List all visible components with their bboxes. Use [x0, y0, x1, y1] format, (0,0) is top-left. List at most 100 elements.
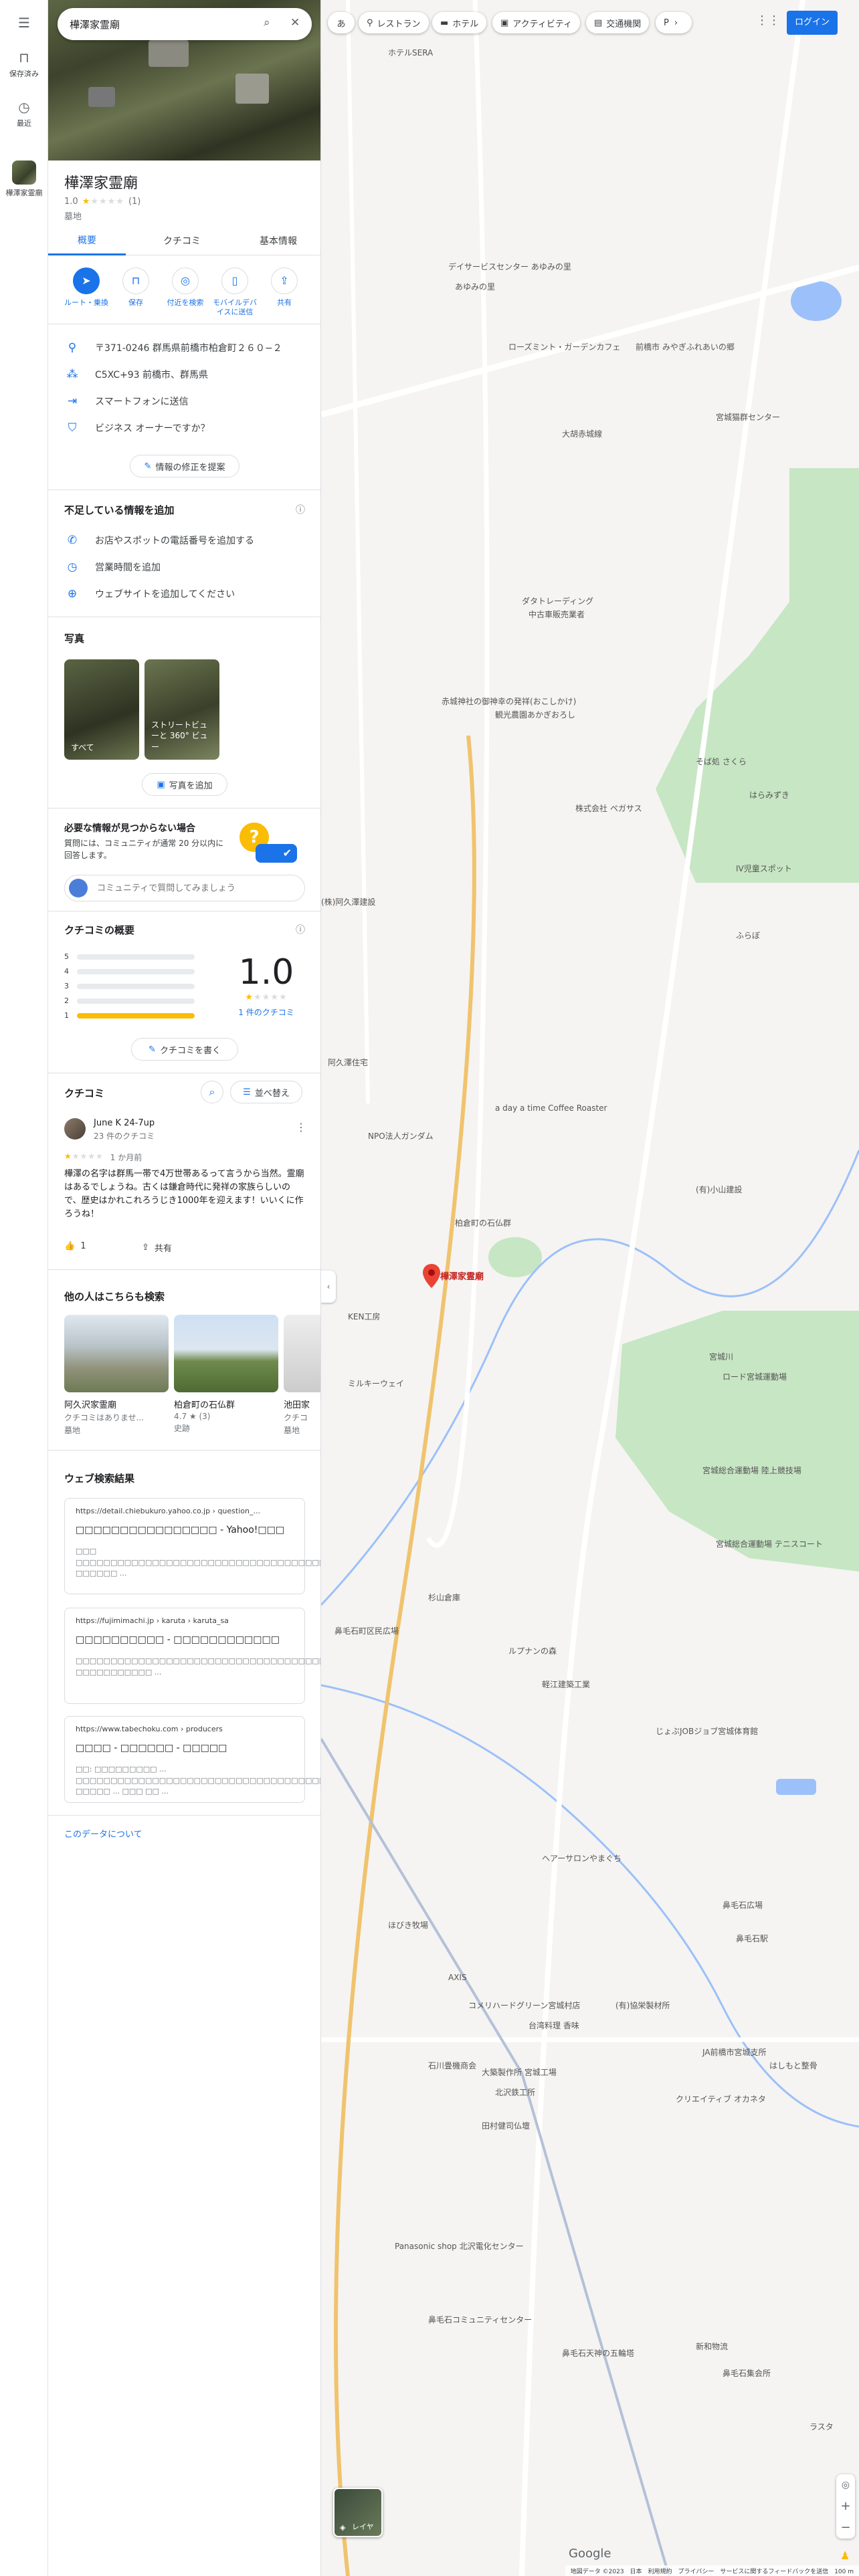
help-icon[interactable]: ⓘ: [296, 503, 305, 516]
map-poi-label[interactable]: a day a time Coffee Roaster: [495, 1103, 607, 1113]
map-poi-label[interactable]: はらみずき: [749, 789, 789, 800]
my-location-button[interactable]: ◎: [836, 2474, 855, 2496]
recent-button[interactable]: ◷ 最近: [0, 99, 48, 128]
review-search-button[interactable]: ⌕: [201, 1081, 223, 1103]
also-search-card[interactable]: 柏倉町の石仏群 4.7 ★ (3) 史跡: [174, 1315, 278, 1434]
map-poi-label[interactable]: 宮城総合運動場 テニスコート: [716, 1538, 823, 1549]
map-poi-label[interactable]: ロード宮城運動場: [723, 1371, 787, 1382]
web-result-card[interactable]: https://fujimimachi.jp › karuta › karuta…: [64, 1608, 320, 1704]
map-chip-hotels[interactable]: ▬ ホテル: [432, 12, 487, 33]
map-poi-label[interactable]: (株)阿久澤建設: [321, 896, 375, 907]
map-poi-label[interactable]: 石川畳機商会: [428, 2060, 476, 2071]
web-result-card[interactable]: https://detail.chiebukuro.yahoo.co.jp › …: [64, 1498, 320, 1594]
map-poi-label[interactable]: NPO法人ガンダム: [368, 1130, 434, 1142]
map-poi-label[interactable]: 宮城総合運動場 陸上競技場: [702, 1465, 801, 1476]
about-data-link[interactable]: このデータについて: [64, 1827, 142, 1840]
suggest-edit-button[interactable]: ✎ 情報の修正を提案: [130, 455, 240, 477]
add-website-row[interactable]: ⊕ ウェブサイトを追加してください: [64, 587, 235, 601]
close-icon[interactable]: ✕: [290, 16, 300, 29]
owner-row[interactable]: ⛉ ビジネス オーナーですか？: [64, 421, 210, 435]
map-poi-label[interactable]: ヘアーサロンやまぐち: [542, 1852, 622, 1864]
map-poi-label[interactable]: 鼻毛石天神の五輪塔: [562, 2347, 634, 2359]
share-button[interactable]: ⇪ 共有: [261, 267, 308, 308]
map-poi-label[interactable]: (有)協栄製材所: [615, 2000, 670, 2011]
map-poi-label[interactable]: ローズミント・ガーデンカフェ: [508, 341, 620, 352]
avatar[interactable]: [64, 1118, 86, 1140]
map-poi-label[interactable]: 北沢鉄工所: [495, 2086, 535, 2098]
map-poi-label[interactable]: 株式会社 ペガサス: [575, 802, 642, 814]
map-poi-label[interactable]: 柏倉町の石仏群: [455, 1217, 511, 1228]
more-options-icon[interactable]: ⋮: [296, 1121, 306, 1134]
zoom-in-button[interactable]: +: [836, 2496, 855, 2517]
saved-button[interactable]: ⊓ 保存済み: [0, 49, 48, 79]
map-poi-label[interactable]: 阿久澤住宅: [328, 1057, 368, 1068]
tab-about[interactable]: 基本情報: [235, 226, 320, 255]
send-phone-row[interactable]: ⇥ スマートフォンに送信: [64, 395, 189, 408]
map-poi-label[interactable]: ダタトレーディング: [522, 595, 593, 607]
add-phone-row[interactable]: ✆ お店やスポットの電話番号を追加する: [64, 534, 254, 547]
tab-reviews[interactable]: クチコミ: [142, 226, 222, 255]
map-poi-label[interactable]: JA前橋市宮城支所: [702, 2046, 767, 2058]
map-poi-label[interactable]: ホテルSERA: [388, 47, 433, 58]
recent-place-button[interactable]: 樺澤家霊廟: [0, 160, 48, 198]
review-count-link[interactable]: 1 件のクチコミ: [233, 1006, 300, 1018]
map-chip-parking[interactable]: P ›: [656, 12, 692, 33]
add-hours-row[interactable]: ◷ 営業時間を追加: [64, 560, 161, 574]
also-search-card[interactable]: 池田家 クチコ 墓地: [284, 1315, 320, 1436]
map-poi-label[interactable]: 鼻毛石駅: [736, 1933, 768, 1944]
street-view-tile[interactable]: ストリートビューと 360° ビュー: [145, 659, 219, 760]
map-poi-label[interactable]: コメリハードグリーン宮城村店: [468, 2000, 580, 2011]
map-poi-label[interactable]: 赤城神社の御神幸の発祥(おこしかけ): [442, 695, 576, 707]
map-poi-label[interactable]: 宮城猫群センター: [716, 411, 780, 423]
web-result-card[interactable]: https://www.tabechoku.com › producers □□…: [64, 1716, 320, 1803]
pegman-icon[interactable]: ♟: [840, 2549, 850, 2562]
map-poi-label[interactable]: AXIS: [448, 1973, 467, 1982]
menu-button[interactable]: ☰: [0, 15, 48, 33]
map-poi-label[interactable]: ミルキーウェイ: [348, 1378, 404, 1389]
map-poi-label[interactable]: (有)小山建設: [696, 1184, 742, 1195]
nearby-button[interactable]: ◎ 付近を検索: [162, 267, 209, 308]
map-poi-label[interactable]: Panasonic shop 北沢電化センター: [395, 2240, 524, 2252]
map-poi-label[interactable]: 宮城川: [709, 1351, 733, 1362]
photo-all-tile[interactable]: すべて: [64, 659, 139, 760]
send-to-phone-button[interactable]: ▯ モバイルデバイスに送信: [211, 267, 258, 318]
map-chip-more[interactable]: あ: [328, 12, 355, 33]
map-poi-label[interactable]: 杉山倉庫: [428, 1592, 460, 1603]
map-poi-label[interactable]: そば処 さくら: [696, 756, 747, 767]
map-poi-label[interactable]: あゆみの里: [455, 281, 495, 292]
like-button[interactable]: 👍 1: [64, 1241, 86, 1251]
sort-button[interactable]: ☰ 並べ替え: [230, 1081, 302, 1103]
map-poi-label[interactable]: 鼻毛石コミュニティセンター: [428, 2314, 532, 2325]
map-poi-label[interactable]: 前橋市 みやぎふれあいの郷: [636, 341, 735, 352]
tab-overview[interactable]: 概要: [48, 226, 126, 255]
review-count[interactable]: (1): [128, 197, 140, 207]
help-icon[interactable]: ⓘ: [296, 923, 305, 936]
map-poi-label[interactable]: はしもと整骨: [769, 2060, 818, 2071]
map-poi-label[interactable]: デイサービスセンター あゆみの里: [448, 261, 571, 272]
plus-code-row[interactable]: ⁂ C5XC+93 前橋市、群馬県: [64, 368, 209, 381]
add-photo-button[interactable]: ▣ 写真を追加: [142, 773, 227, 796]
zoom-out-button[interactable]: −: [836, 2517, 855, 2539]
map-poi-label[interactable]: ラスタ: [809, 2421, 834, 2432]
map-canvas[interactable]: あ ⚲ レストラン ▬ ホテル ▣ アクティビティ ▤ 交通機関 P › ⋮⋮ ログイン …: [321, 0, 859, 2576]
address-row[interactable]: ⚲ 〒371-0246 群馬県前橋市柏倉町２６０−２: [64, 341, 282, 354]
map-poi-label[interactable]: ルプナンの森: [508, 1645, 557, 1656]
map-chip-restaurants[interactable]: ⚲ レストラン: [359, 12, 429, 33]
map-chip-activities[interactable]: ▣ アクティビティ: [492, 12, 581, 33]
qa-input[interactable]: [97, 883, 291, 893]
map-poi-label[interactable]: ほびき牧場: [388, 1919, 428, 1931]
place-pin[interactable]: [423, 1264, 440, 1291]
apps-grid-icon[interactable]: ⋮⋮: [756, 13, 780, 27]
search-input[interactable]: [70, 15, 237, 33]
map-poi-label[interactable]: 田村健司仏壇: [482, 2120, 530, 2131]
map-poi-label[interactable]: ふらぼ: [736, 930, 760, 941]
map-poi-label[interactable]: 鼻毛石集会所: [723, 2367, 771, 2379]
map-poi-label[interactable]: IV児童スポット: [736, 863, 792, 874]
map-poi-label[interactable]: 中古車販売業者: [529, 609, 585, 620]
map-poi-label[interactable]: 大胡赤城線: [562, 428, 602, 439]
map-poi-label[interactable]: 台湾料理 香味: [529, 2020, 579, 2031]
collapse-panel-button[interactable]: ‹: [321, 1271, 336, 1303]
login-button[interactable]: ログイン: [787, 11, 838, 35]
map-poi-label[interactable]: 鼻毛石広場: [723, 1899, 763, 1911]
map-poi-label[interactable]: 大築製作所 宮城工場: [482, 2066, 557, 2078]
